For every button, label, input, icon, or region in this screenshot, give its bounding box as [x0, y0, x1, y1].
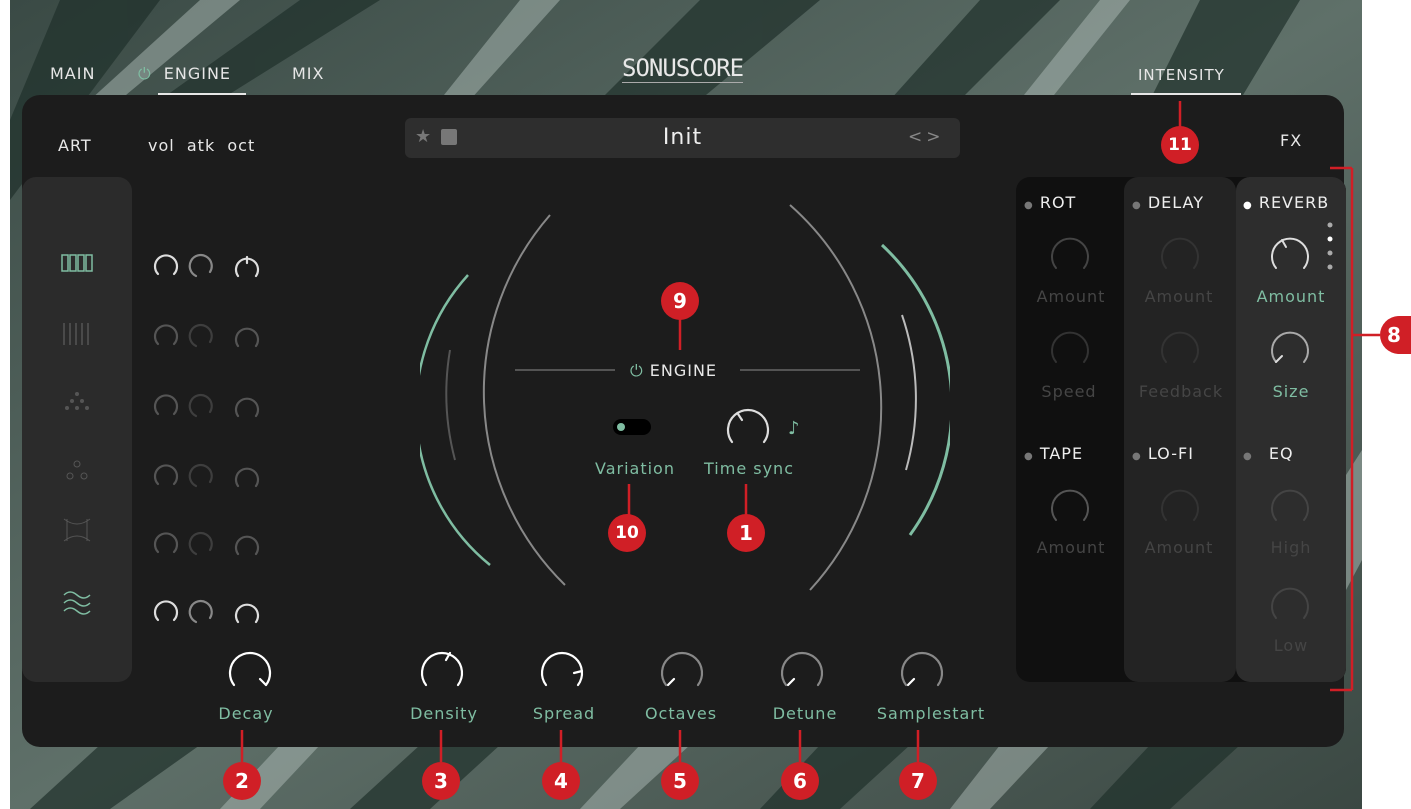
callout-badge-11: 11 — [1161, 126, 1199, 164]
callout-badge-2: 2 — [223, 762, 261, 800]
callout-badge-6: 6 — [781, 762, 819, 800]
callout-badge-1: 1 — [727, 514, 765, 552]
callout-badge-7: 7 — [899, 762, 937, 800]
callout-badge-5: 5 — [661, 762, 699, 800]
callout-lines — [240, 101, 1380, 762]
callout-badge-10: 10 — [608, 514, 646, 552]
callout-badge-3: 3 — [422, 762, 460, 800]
callout-badge-8: 8 — [1380, 316, 1411, 354]
callout-badge-4: 4 — [542, 762, 580, 800]
callout-badge-9: 9 — [661, 282, 699, 320]
